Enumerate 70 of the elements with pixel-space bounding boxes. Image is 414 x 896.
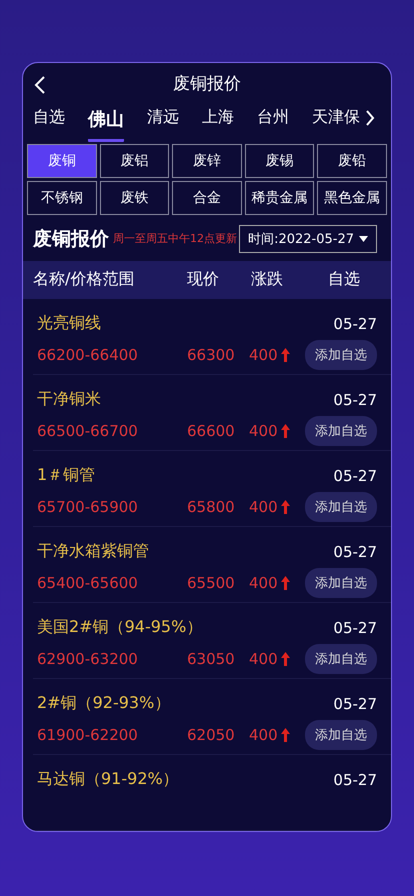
add-watchlist-button[interactable]: 添加自选 [305,720,377,750]
item-name: 美国2#铜（94-95%） [37,617,202,638]
category-button[interactable]: 不锈钢 [27,180,97,214]
price-range: 62900-63200 [37,650,139,668]
item-date: 05-27 [333,542,377,560]
add-watchlist-button[interactable]: 添加自选 [305,568,377,598]
city-tab[interactable]: 自选 [33,103,65,140]
current-price: 62050 [187,726,236,744]
price-range: 66200-66400 [37,346,139,364]
category-button[interactable]: 废锡 [244,144,314,178]
back-button[interactable] [33,75,47,95]
price-change: 400 [249,346,278,364]
add-watchlist-button[interactable]: 添加自选 [305,340,377,370]
item-date: 05-27 [333,314,377,332]
price-range: 61900-62200 [37,726,139,744]
current-price: 66300 [187,346,236,364]
item-name: 1＃铜管 [37,465,96,486]
item-date: 05-27 [333,466,377,484]
category-button[interactable]: 废锌 [172,144,242,178]
item-name: 干净铜米 [37,389,101,410]
column-header: 涨跌 [250,269,284,290]
price-change: 400 [249,650,278,668]
dropdown-caret-icon [359,236,368,242]
item-date: 05-27 [333,618,377,636]
item-name: 马达铜（91-92%） [37,769,179,790]
price-change: 400 [249,574,278,592]
price-range: 65400-65600 [37,574,139,592]
column-header: 自选 [327,269,361,290]
add-watchlist-button[interactable]: 添加自选 [305,492,377,522]
arrow-up-icon [280,652,290,666]
arrow-up-icon [280,576,290,590]
item-name: 干净水箱紫铜管 [37,541,149,562]
current-price: 66600 [187,422,236,440]
current-price: 63050 [187,650,236,668]
update-note: 周一至周五中午12点更新 [113,231,237,246]
category-button[interactable]: 废铅 [317,144,387,178]
price-range: 66500-66700 [37,422,139,440]
current-price: 65800 [187,498,236,516]
category-button[interactable]: 废铝 [100,144,170,178]
category-button[interactable]: 合金 [172,180,242,214]
item-name: 2#铜（92-93%） [37,693,170,714]
add-watchlist-button[interactable]: 添加自选 [305,416,377,446]
add-watchlist-button[interactable]: 添加自选 [305,644,377,674]
city-tab[interactable]: 天津保 [312,103,360,140]
section-title: 废铜报价 [33,226,109,252]
item-name: 光亮铜线 [37,313,101,334]
column-header: 名称/价格范围 [33,269,136,290]
category-button[interactable]: 废铜 [27,144,97,178]
price-range: 65700-65900 [37,498,139,516]
city-tab[interactable]: 清远 [147,103,179,140]
date-picker[interactable]: 时间:2022-05-27 [239,224,377,252]
price-change: 400 [249,422,278,440]
item-date: 05-27 [333,694,377,712]
current-price: 65500 [187,574,236,592]
category-button[interactable]: 稀贵金属 [244,180,314,214]
city-tab[interactable]: 台州 [257,103,289,140]
item-date: 05-27 [333,770,377,788]
city-tab[interactable]: 上海 [202,103,234,140]
category-button[interactable]: 废铁 [100,180,170,214]
arrow-up-icon [280,500,290,514]
price-change: 400 [249,498,278,516]
category-button[interactable]: 黑色金属 [317,180,387,214]
price-change: 400 [249,726,278,744]
arrow-up-icon [280,348,290,362]
arrow-up-icon [280,424,290,438]
page-title: 废铜报价 [173,72,241,95]
item-date: 05-27 [333,390,377,408]
chevron-right-icon[interactable] [365,109,375,128]
arrow-up-icon [280,728,290,742]
column-header: 现价 [186,269,220,290]
